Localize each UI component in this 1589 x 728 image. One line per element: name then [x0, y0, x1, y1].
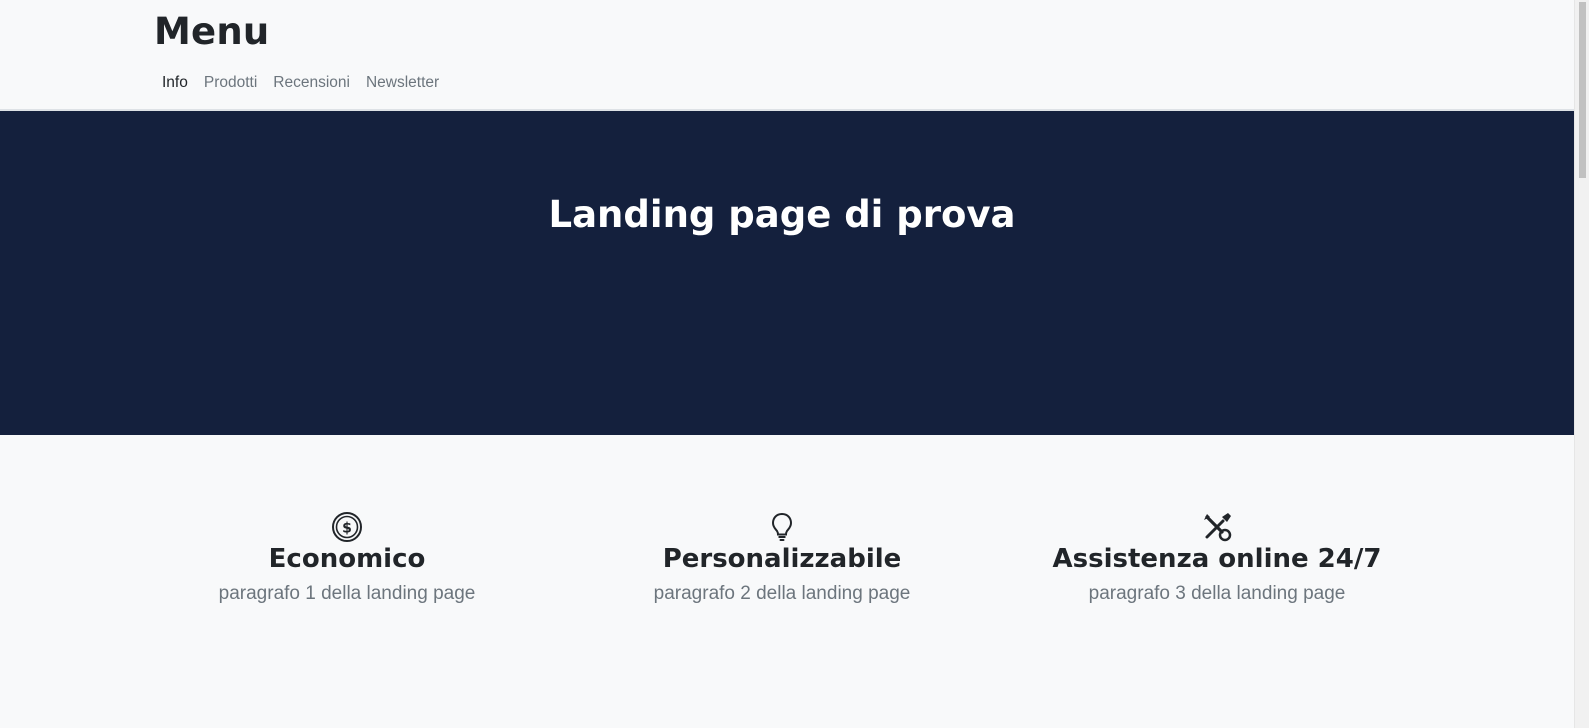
brand-title[interactable]: Menu [154, 10, 269, 53]
svg-text:$: $ [342, 521, 352, 537]
currency-dollar-icon: $ [331, 511, 363, 543]
feature-title: Personalizzabile [662, 544, 902, 574]
feature-text: paragrafo 3 della landing page [1088, 583, 1346, 604]
feature-card-economico: $ Economico paragrafo 1 della landing pa… [130, 511, 564, 605]
hero-title: Landing page di prova [548, 193, 1016, 236]
feature-title: Economico [268, 544, 426, 574]
feature-card-personalizzabile: Personalizzabile paragrafo 2 della landi… [565, 511, 999, 605]
nav-item-newsletter[interactable]: Newsletter [358, 73, 447, 93]
features-section: $ Economico paragrafo 1 della landing pa… [0, 435, 1574, 728]
nav-item-recensioni[interactable]: Recensioni [265, 73, 358, 93]
hero-section: Landing page di prova [0, 111, 1574, 435]
nav-item-prodotti[interactable]: Prodotti [196, 73, 265, 93]
lightbulb-icon [766, 511, 798, 543]
feature-text: paragrafo 1 della landing page [218, 583, 476, 604]
scrollbar-thumb[interactable] [1579, 2, 1586, 178]
feature-card-assistenza: Assistenza online 24/7 paragrafo 3 della… [1000, 511, 1434, 605]
navbar: Menu Info Prodotti Recensioni Newsletter [0, 0, 1574, 111]
feature-title: Assistenza online 24/7 [1052, 544, 1382, 574]
tools-icon [1201, 511, 1233, 543]
vertical-scrollbar[interactable] [1574, 0, 1589, 728]
nav-item-info[interactable]: Info [154, 73, 196, 93]
feature-text: paragrafo 2 della landing page [653, 583, 911, 604]
nav-menu: Info Prodotti Recensioni Newsletter [154, 73, 447, 93]
page: Menu Info Prodotti Recensioni Newsletter… [0, 0, 1589, 728]
